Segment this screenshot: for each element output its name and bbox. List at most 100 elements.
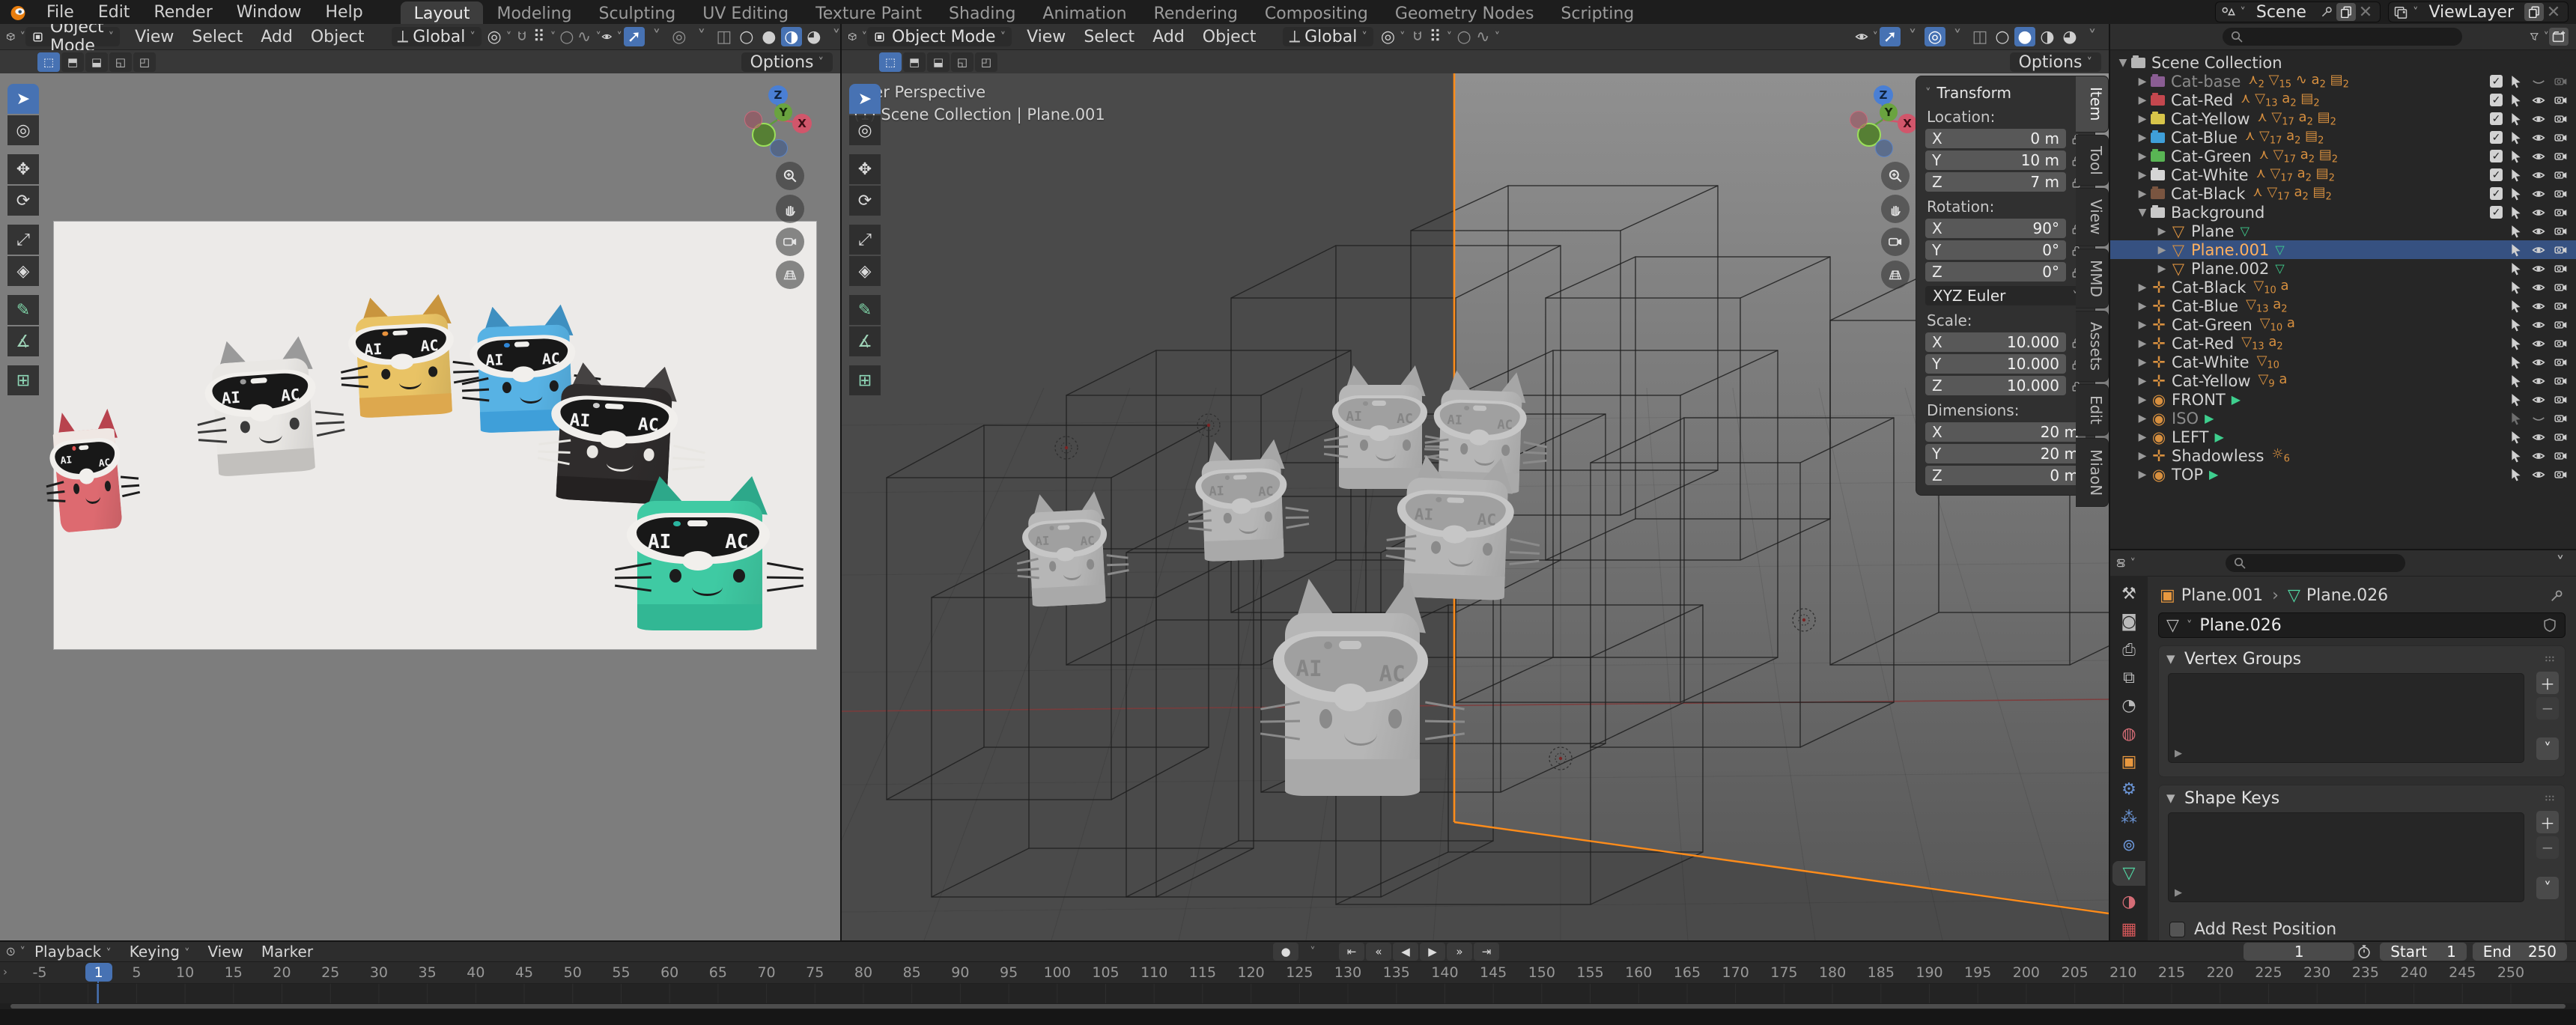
proportional-editing-button[interactable]: ○ [1453, 27, 1474, 46]
tool-rotate[interactable]: ⟳ [849, 186, 881, 216]
hide-viewport-toggle[interactable] [2530, 131, 2548, 145]
hide-viewport-toggle[interactable] [2530, 243, 2548, 257]
selectable-toggle[interactable] [2507, 318, 2525, 332]
outliner-object-top[interactable]: ▶◉TOP▶ [2110, 465, 2576, 484]
viewport-camera-view-button[interactable] [1881, 228, 1910, 256]
tool-move[interactable]: ✥ [7, 154, 39, 184]
location-y-field[interactable]: Y10 m [1925, 150, 2066, 170]
remove-vertex-group-button[interactable]: − [2536, 697, 2559, 720]
properties-tab-texture[interactable]: ▦ [2112, 917, 2145, 942]
list-resize-caret[interactable]: ▶ [2175, 748, 2182, 759]
collapse-icon[interactable]: ▼ [2166, 652, 2184, 666]
location-z-field[interactable]: Z7 m [1925, 172, 2066, 192]
timeline-editor-type-icon[interactable]: ˅ [6, 943, 25, 961]
disable-render-toggle[interactable] [2552, 468, 2570, 481]
proportional-editing-button[interactable]: ○ [556, 27, 577, 46]
properties-tab-object-data[interactable]: ▽ [2112, 861, 2145, 886]
expand-icon[interactable]: ▶ [2134, 113, 2151, 125]
selectable-toggle[interactable] [2507, 262, 2525, 276]
expand-icon[interactable]: ▶ [2134, 300, 2151, 312]
hide-viewport-toggle[interactable] [2530, 318, 2548, 332]
view-layer-name[interactable]: ViewLayer [2418, 3, 2524, 22]
scene-selector[interactable]: ˅ Scene ✕ [2215, 1, 2381, 22]
mode-dropdown[interactable]: Object Mode˅ [25, 27, 120, 46]
scale-y-field[interactable]: Y10.000 [1925, 354, 2066, 374]
expand-icon[interactable]: ▶ [2134, 94, 2151, 106]
object-visibility-dropdown[interactable]: ˅ [601, 27, 622, 46]
tool-add-cube[interactable]: ⊞ [849, 365, 881, 395]
selectable-toggle[interactable] [2507, 337, 2525, 350]
timeline-menu-keying[interactable]: Keying˅ [121, 943, 199, 961]
properties-tab-material[interactable]: ◑ [2112, 889, 2145, 913]
disable-render-toggle[interactable] [2552, 150, 2570, 163]
tool-measure[interactable]: ∡ [849, 326, 881, 356]
shape-key-specials-button[interactable]: ˅ [2536, 877, 2559, 899]
expand-icon[interactable]: ▶ [2154, 263, 2170, 275]
breadcrumb-object[interactable]: Plane.001 [2181, 586, 2263, 605]
orientation-dropdown[interactable]: ⟂Global˅ [392, 27, 482, 46]
expand-icon[interactable]: ▶ [2134, 469, 2151, 481]
expand-icon[interactable]: ▶ [2134, 356, 2151, 368]
selectable-toggle[interactable] [2507, 356, 2525, 369]
play-reverse-button[interactable]: ◀ [1393, 943, 1418, 961]
properties-tab-world[interactable]: ◍ [2112, 722, 2145, 746]
hide-viewport-toggle[interactable] [2530, 112, 2548, 126]
hide-viewport-toggle[interactable] [2530, 225, 2548, 238]
sidebar-tab-miaon[interactable]: MiaoN [2076, 438, 2109, 507]
pivot-point-button[interactable]: ◎˅ [489, 27, 510, 46]
disable-render-toggle[interactable] [2552, 449, 2570, 463]
gizmo-dropdown-chevron[interactable]: ˅ [646, 27, 667, 46]
properties-options-chevron[interactable]: ˅ [2551, 554, 2570, 572]
outliner-collection-cat-red[interactable]: ▶Cat-Red⋏ ▽13 a2 ▤2✓ [2110, 91, 2576, 109]
cat-white[interactable]: AIAC [206, 335, 333, 478]
properties-tab-view-layer[interactable]: ⧉ [2112, 666, 2145, 690]
shading-solid-button[interactable]: ● [759, 27, 780, 46]
viewport-menu-add[interactable]: Add [252, 28, 302, 46]
panel-grip-icon[interactable] [2544, 652, 2557, 666]
remove-view-layer-button[interactable]: ✕ [2544, 3, 2563, 21]
outliner-collection-cat-base[interactable]: ▶Cat-base⋏2 ▽15 ∿ a2 ▤2✓ [2110, 72, 2576, 91]
outliner-object-cat-yellow[interactable]: ▶✛Cat-Yellow▽9 a [2110, 371, 2576, 390]
viewport-menu-select[interactable]: Select [183, 28, 252, 46]
exclude-checkbox[interactable]: ✓ [2490, 75, 2503, 88]
shading-rendered-button[interactable]: ◕ [2059, 27, 2080, 46]
pin-icon[interactable] [2317, 3, 2336, 21]
outliner-collection-cat-black[interactable]: ▶Cat-Black⋏ ▽17 a2 ▤2✓ [2110, 184, 2576, 203]
hide-viewport-toggle[interactable] [2530, 449, 2548, 463]
show-overlays-toggle[interactable]: ◎ [669, 27, 690, 46]
disable-render-toggle[interactable] [2552, 393, 2570, 407]
shading-dropdown-chevron[interactable]: ˅ [2082, 27, 2103, 46]
snap-toggle-button[interactable] [511, 27, 532, 46]
selectable-toggle[interactable] [2507, 94, 2525, 107]
expand-icon[interactable]: ▶ [2134, 450, 2151, 462]
shading-dropdown-chevron[interactable]: ˅ [826, 27, 842, 46]
timeline-menu-playback[interactable]: Playback˅ [25, 943, 121, 961]
menu-help[interactable]: Help [314, 0, 375, 24]
sidebar-tab-assets[interactable]: Assets [2076, 311, 2109, 382]
show-gizmos-toggle[interactable]: ➚ [1880, 27, 1901, 46]
shading-wireframe-button[interactable]: ○ [736, 27, 757, 46]
properties-tab-particles[interactable]: ⁂ [2112, 806, 2145, 830]
hide-viewport-toggle[interactable] [2530, 299, 2548, 313]
navigation-gizmo[interactable]: ZXY [741, 84, 813, 156]
tool-rotate[interactable]: ⟳ [7, 186, 39, 216]
list-resize-caret[interactable]: ▶ [2175, 887, 2182, 898]
disable-render-toggle[interactable] [2552, 337, 2570, 350]
object-visibility-dropdown[interactable]: ˅ [1855, 27, 1879, 46]
viewport-left-canvas[interactable]: AIACAIACAIACAIACAIACAIAC ➤◎✥⟳⤢◈✎∡⊞ ZXY [0, 73, 840, 940]
sidebar-tab-mmd[interactable]: MMD [2076, 249, 2109, 308]
properties-tab-render[interactable]: ◙ [2112, 609, 2145, 634]
add-vertex-group-button[interactable]: ＋ [2536, 672, 2559, 694]
select-mode-select-circle[interactable]: ⬓ [85, 52, 108, 72]
scrollbar-thumb[interactable] [10, 1004, 2566, 1009]
exclude-checkbox[interactable]: ✓ [2490, 94, 2503, 106]
tool-select-box[interactable]: ➤ [849, 84, 881, 114]
timeline-tracks[interactable] [0, 984, 2576, 1003]
workspace-tab-scripting[interactable]: Scripting [1547, 1, 1647, 25]
viewport-camera-view-button[interactable] [776, 228, 804, 256]
properties-tab-scene[interactable]: ◔ [2112, 693, 2145, 718]
select-mode-select-box[interactable]: ⬒ [903, 52, 926, 72]
hide-viewport-toggle[interactable] [2530, 337, 2548, 350]
selectable-toggle[interactable] [2507, 112, 2525, 126]
workspace-tab-sculpting[interactable]: Sculpting [586, 1, 690, 25]
